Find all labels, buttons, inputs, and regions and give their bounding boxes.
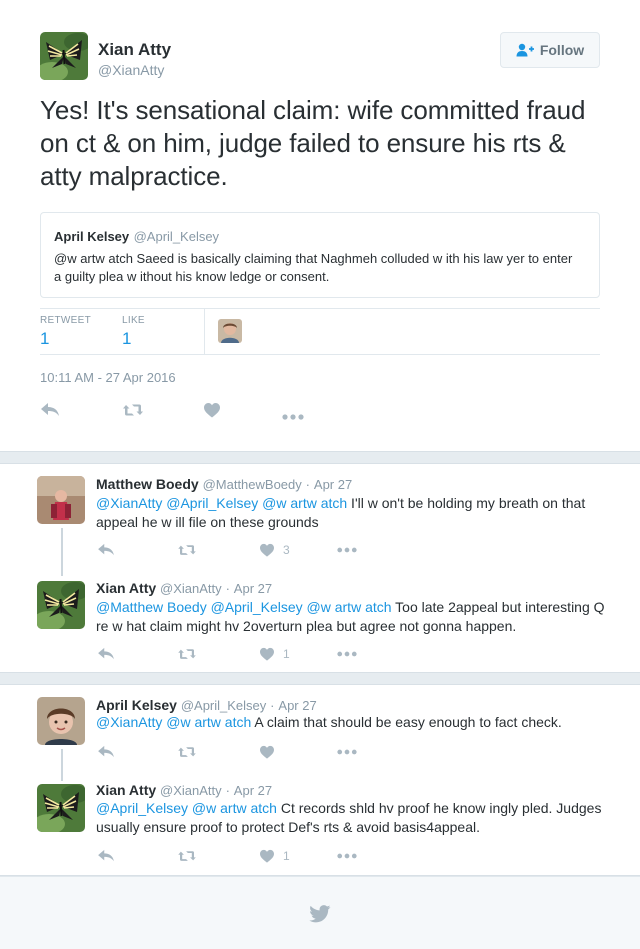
reply-header: Xian Atty @XianAtty · Apr 27 bbox=[96, 782, 272, 798]
like-icon[interactable] bbox=[259, 742, 283, 762]
like-icon[interactable]: 3 bbox=[259, 540, 290, 560]
quoted-handle: @April_Kelsey bbox=[133, 229, 220, 244]
follow-label: Follow bbox=[539, 42, 585, 58]
retweet-icon[interactable] bbox=[177, 540, 197, 560]
reply-handle[interactable]: @XianAtty bbox=[160, 783, 222, 798]
tweet-timestamp[interactable]: 10:11 AM - 27 Apr 2016 bbox=[40, 370, 176, 385]
main-tweet: Xian Atty @XianAtty Follow Yes! It's sen… bbox=[0, 0, 640, 452]
more-icon[interactable] bbox=[337, 644, 357, 664]
reply-avatar[interactable] bbox=[37, 784, 85, 832]
footer bbox=[0, 876, 640, 949]
liker-avatar[interactable] bbox=[218, 319, 242, 343]
follow-user-icon bbox=[516, 43, 534, 57]
reply-text: @XianAtty @April_Kelsey @w artw atch I'l… bbox=[96, 494, 606, 532]
main-actions bbox=[40, 402, 320, 420]
like-count: 3 bbox=[283, 543, 290, 557]
like-stat-label: LIKE bbox=[122, 315, 145, 326]
like-count: 1 bbox=[283, 849, 290, 863]
more-icon[interactable] bbox=[337, 742, 357, 762]
reply-separator: · bbox=[305, 477, 311, 492]
reply-handle[interactable]: @XianAtty bbox=[160, 581, 222, 596]
author-avatar[interactable] bbox=[40, 32, 88, 80]
reply-icon[interactable] bbox=[97, 540, 115, 560]
reply-header: Xian Atty @XianAtty · Apr 27 bbox=[96, 580, 272, 596]
reply-handle[interactable]: @April_Kelsey bbox=[181, 698, 266, 713]
more-icon[interactable] bbox=[337, 540, 357, 560]
stats-divider-bottom bbox=[40, 354, 600, 355]
reply-display-name[interactable]: Xian Atty bbox=[96, 580, 156, 596]
like-stat-count: 1 bbox=[122, 329, 132, 348]
retweet-stat[interactable]: RETWEET 1 bbox=[40, 315, 91, 349]
reply-separator: · bbox=[225, 581, 230, 596]
like-icon[interactable] bbox=[203, 402, 221, 423]
reply-date[interactable]: Apr 27 bbox=[234, 783, 272, 798]
reply-icon[interactable] bbox=[40, 402, 60, 423]
reply-mentions[interactable]: @April_Kelsey @w artw atch bbox=[96, 800, 277, 816]
stats-vertical-divider bbox=[204, 309, 205, 354]
more-icon[interactable] bbox=[337, 846, 357, 866]
retweet-stat-label: RETWEET bbox=[40, 315, 91, 326]
reply-date[interactable]: Apr 27 bbox=[278, 698, 316, 713]
stats-divider-top bbox=[40, 308, 600, 309]
like-stat[interactable]: LIKE 1 bbox=[122, 315, 145, 349]
retweet-stat-count: 1 bbox=[40, 329, 50, 348]
reply-avatar[interactable] bbox=[37, 581, 85, 629]
reply-icon[interactable] bbox=[97, 742, 115, 762]
author-display-name[interactable]: Xian Atty bbox=[98, 40, 171, 60]
author-handle[interactable]: @XianAtty bbox=[98, 62, 164, 78]
reply-text: @XianAtty @w artw atch A claim that shou… bbox=[96, 713, 606, 732]
reply-mentions[interactable]: @Matthew Boedy @April_Kelsey @w artw atc… bbox=[96, 599, 392, 615]
reply-separator: · bbox=[225, 783, 230, 798]
tweet-text: Yes! It's sensational claim: wife commit… bbox=[40, 95, 586, 191]
reply-separator: · bbox=[270, 698, 275, 713]
follow-button[interactable]: Follow bbox=[500, 32, 600, 68]
retweet-icon[interactable] bbox=[177, 644, 197, 664]
reply-display-name[interactable]: Xian Atty bbox=[96, 782, 156, 798]
reply-display-name[interactable]: Matthew Boedy bbox=[96, 476, 199, 492]
reply-body: A claim that should be easy enough to fa… bbox=[251, 714, 562, 730]
reply-text: @April_Kelsey @w artw atch Ct records sh… bbox=[96, 799, 606, 837]
reply-icon[interactable] bbox=[97, 846, 115, 866]
retweet-icon[interactable] bbox=[122, 402, 144, 423]
reply-icon[interactable] bbox=[97, 644, 115, 664]
reply-thread: April Kelsey @April_Kelsey · Apr 27 @Xia… bbox=[0, 684, 640, 876]
reply-header: April Kelsey @April_Kelsey · Apr 27 bbox=[96, 697, 317, 713]
thread-connector bbox=[61, 528, 63, 576]
thread-connector bbox=[61, 749, 63, 781]
reply-mentions[interactable]: @XianAtty @w artw atch bbox=[96, 714, 251, 730]
retweet-icon[interactable] bbox=[177, 742, 197, 762]
retweet-icon[interactable] bbox=[177, 846, 197, 866]
reply-date[interactable]: Apr 27 bbox=[234, 581, 272, 596]
reply-mentions[interactable]: @XianAtty @April_Kelsey @w artw atch bbox=[96, 495, 347, 511]
reply-display-name[interactable]: April Kelsey bbox=[96, 697, 177, 713]
reply-handle[interactable]: @MatthewBoedy bbox=[203, 477, 302, 492]
reply-avatar[interactable] bbox=[37, 697, 85, 745]
like-icon[interactable]: 1 bbox=[259, 644, 290, 664]
quoted-text: @w artw atch Saeed is basically claiming… bbox=[54, 251, 573, 284]
more-icon[interactable] bbox=[282, 407, 304, 425]
quoted-tweet[interactable]: April Kelsey @April_Kelsey @w artw atch … bbox=[40, 212, 600, 298]
reply-text: @Matthew Boedy @April_Kelsey @w artw atc… bbox=[96, 598, 606, 636]
reply-thread: Matthew Boedy @MatthewBoedy · Apr 27 @Xi… bbox=[0, 463, 640, 673]
reply-header: Matthew Boedy @MatthewBoedy · Apr 27 bbox=[96, 476, 352, 492]
like-icon[interactable]: 1 bbox=[259, 846, 290, 866]
quoted-header: April Kelsey @April_Kelsey bbox=[54, 228, 219, 246]
reply-avatar[interactable] bbox=[37, 476, 85, 524]
quoted-display-name: April Kelsey bbox=[54, 229, 130, 244]
twitter-bird-icon[interactable] bbox=[309, 905, 331, 928]
reply-date[interactable]: Apr 27 bbox=[314, 477, 352, 492]
like-count: 1 bbox=[283, 647, 290, 661]
